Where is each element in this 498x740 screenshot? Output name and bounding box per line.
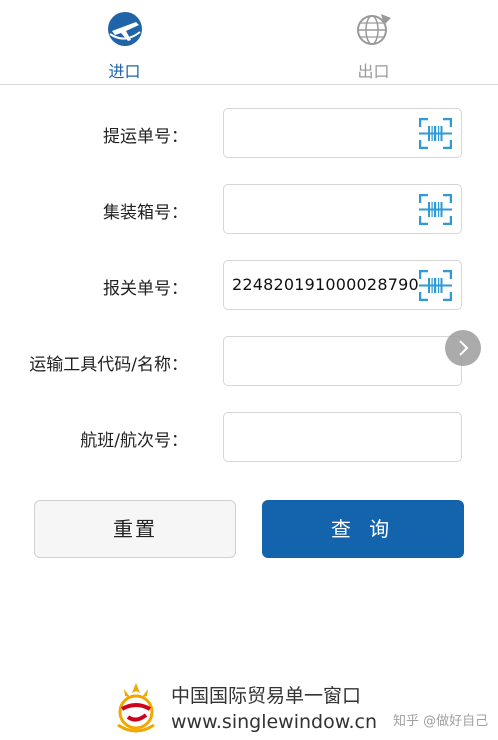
globe-arrow-icon [357, 14, 391, 45]
plane-globe-icon [108, 12, 142, 46]
container-number-label: 集装箱号： [103, 203, 188, 223]
bill-of-lading-input[interactable] [223, 108, 462, 158]
transport-code-label: 运输工具代码/名称： [29, 355, 188, 375]
tab-import[interactable]: 进口 [0, 0, 249, 84]
voyage-number-label: 航班/航次号： [80, 431, 188, 451]
chevron-right-icon [459, 340, 469, 356]
footer-site-name: 中国国际贸易单一窗口 [171, 685, 362, 707]
declaration-number-input[interactable]: 224820191000028790 [223, 260, 462, 310]
form-row-declaration-number: 报关单号： 224820191000028790 [0, 260, 498, 312]
declaration-number-label: 报关单号： [103, 279, 188, 299]
transport-code-input[interactable] [223, 336, 462, 386]
single-window-logo [117, 683, 155, 733]
zhihu-watermark: 知乎 @做好自己 [393, 714, 489, 729]
query-button[interactable]: 查 询 [262, 500, 464, 558]
tab-export-label: 出口 [357, 62, 390, 81]
barcode-scan-icon[interactable] [419, 270, 452, 301]
form-row-bill-of-lading: 提运单号： [0, 108, 498, 160]
tab-export[interactable]: 出口 [249, 0, 498, 84]
side-expand-button[interactable] [445, 330, 481, 366]
container-number-input[interactable] [223, 184, 462, 234]
barcode-scan-icon[interactable] [419, 118, 452, 149]
voyage-number-input[interactable] [223, 412, 462, 462]
tab-bar: 进口 出口 [0, 0, 498, 85]
barcode-scan-icon[interactable] [419, 194, 452, 225]
form-row-container-number: 集装箱号： [0, 184, 498, 236]
form-row-transport-code: 运输工具代码/名称： [0, 336, 498, 388]
footer-site-url: www.singlewindow.cn [171, 711, 378, 733]
bill-of-lading-label: 提运单号： [103, 127, 188, 147]
declaration-number-value: 224820191000028790 [232, 275, 419, 294]
tab-import-label: 进口 [108, 62, 141, 81]
form-row-voyage-number: 航班/航次号： [0, 412, 498, 464]
reset-button[interactable]: 重置 [34, 500, 236, 558]
